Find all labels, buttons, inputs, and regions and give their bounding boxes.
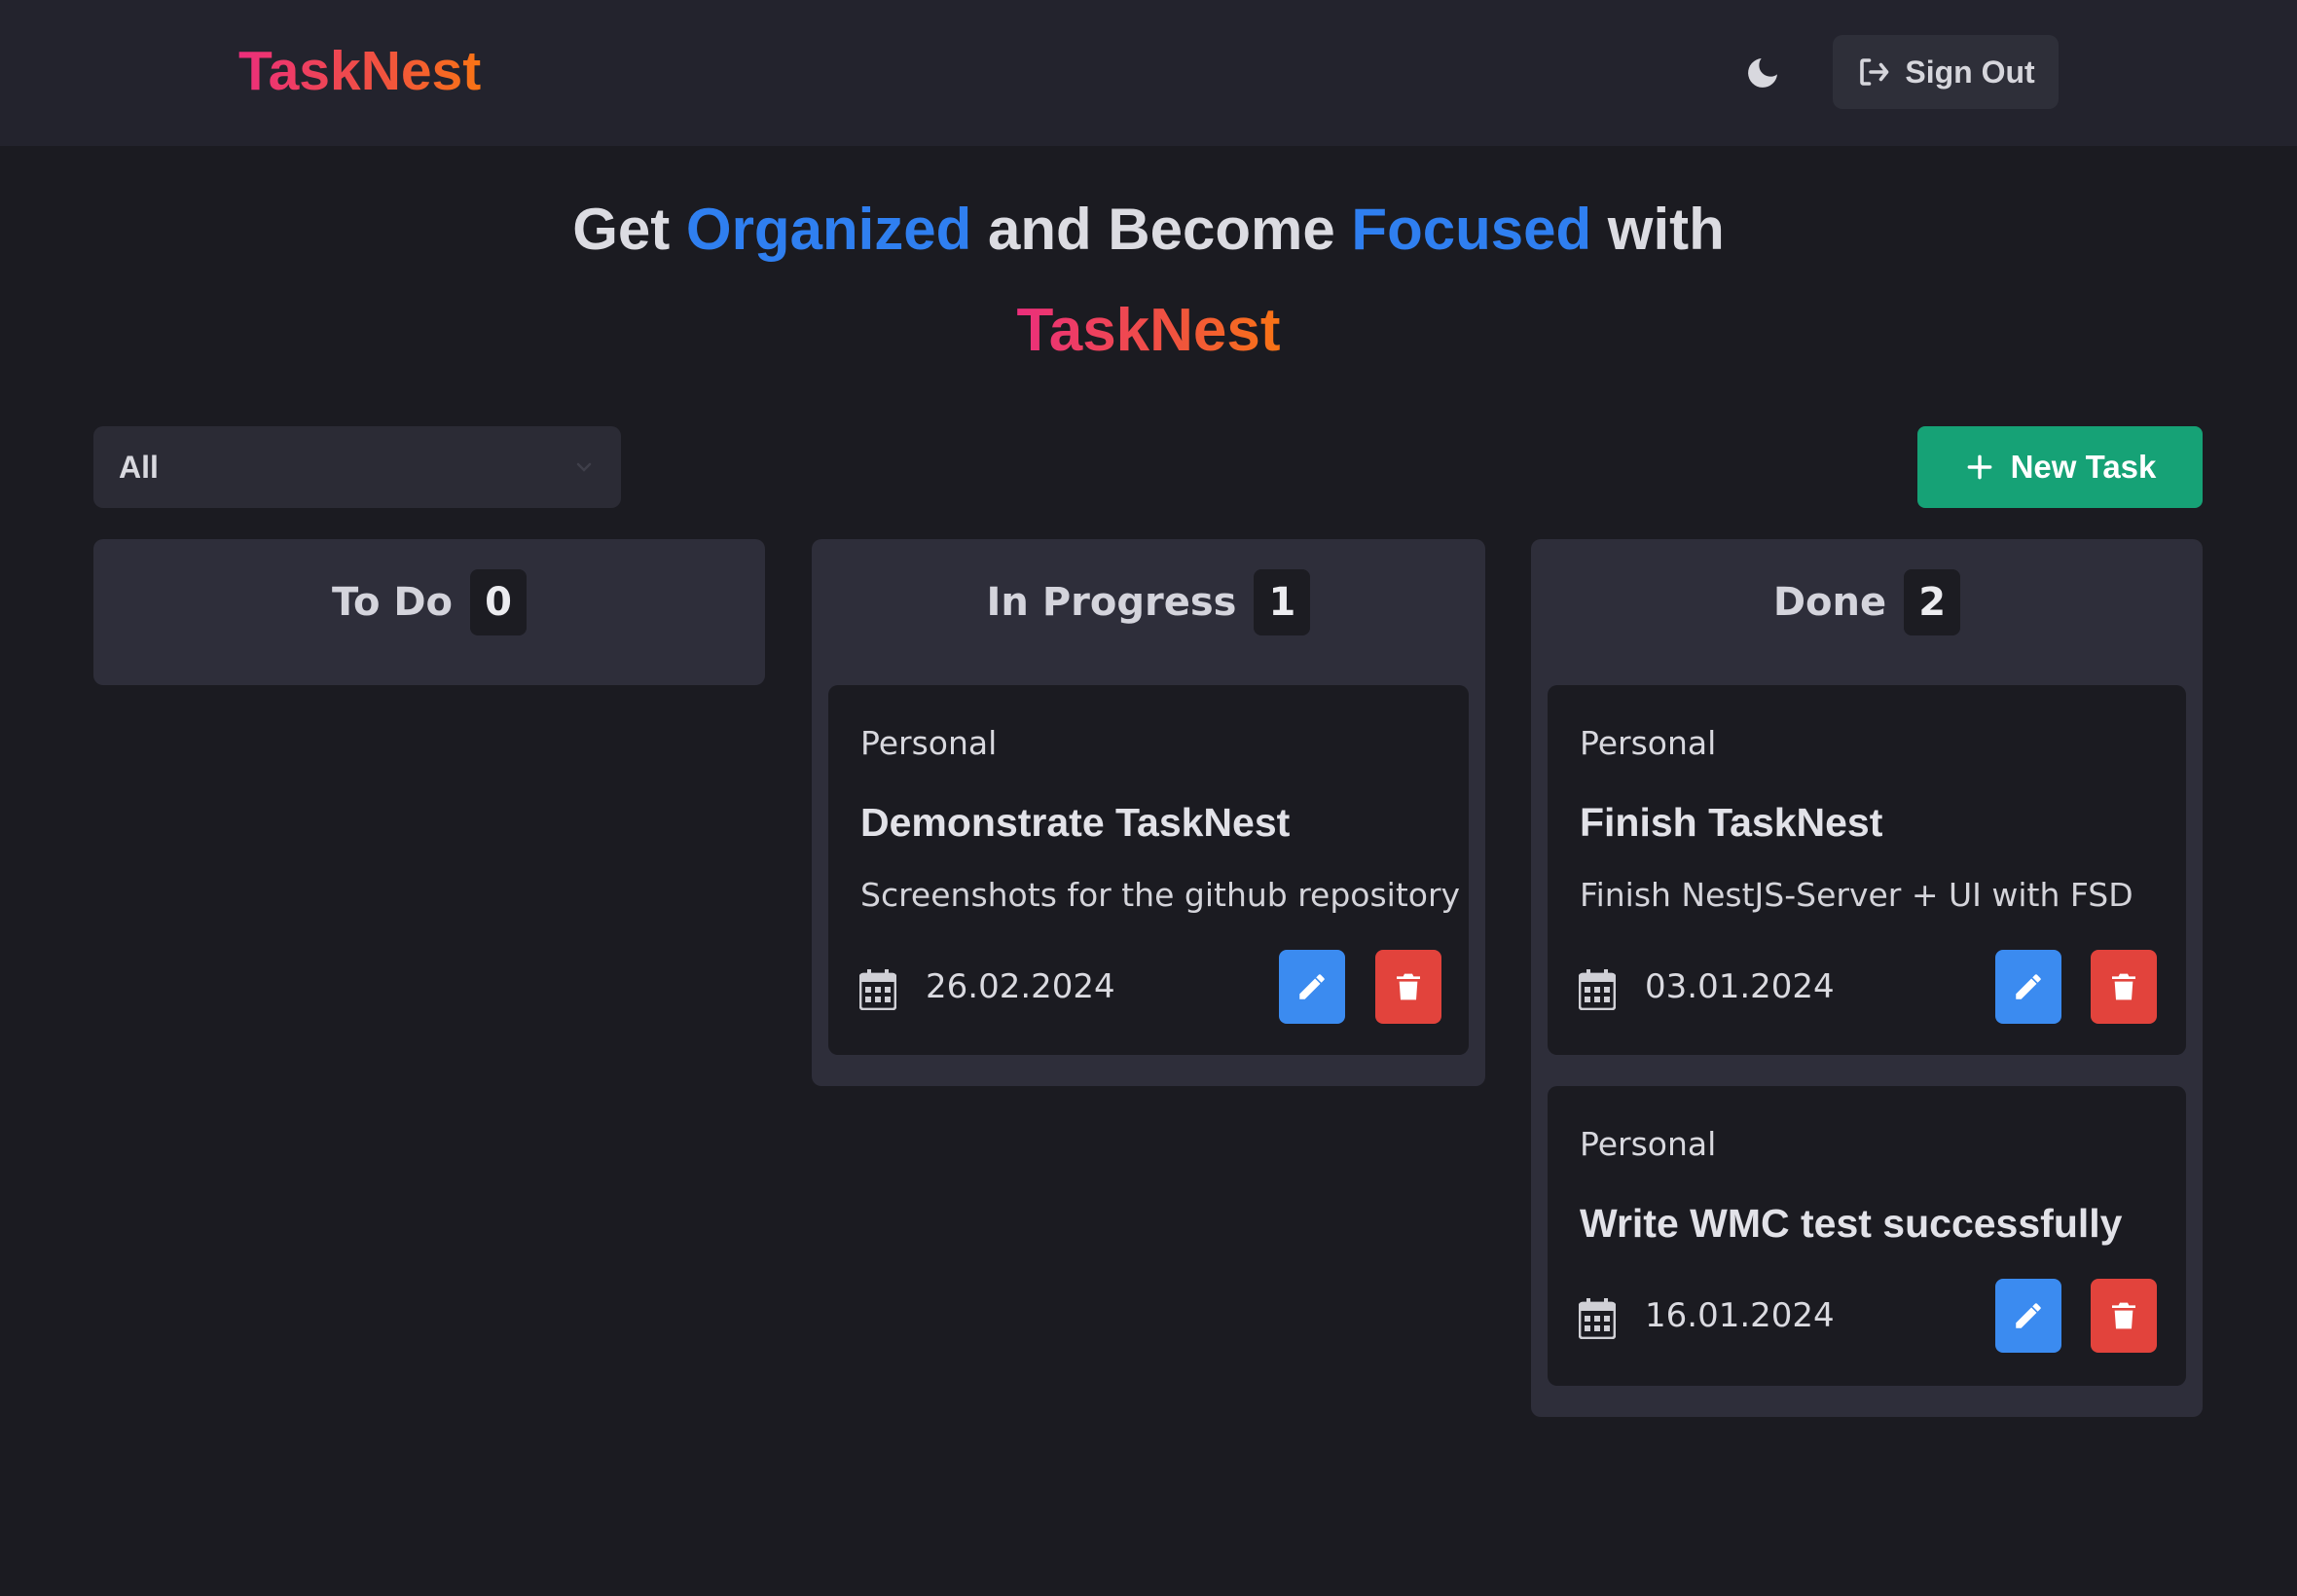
trash-icon <box>2112 973 2135 1000</box>
column-header: In Progress 1 <box>812 539 1485 666</box>
column-header: To Do 0 <box>93 539 765 666</box>
task-due-date: 16.01.2024 <box>1645 1296 1835 1335</box>
delete-task-button[interactable] <box>2091 1279 2157 1353</box>
pencil-icon <box>1299 974 1325 999</box>
task-category: Personal <box>1580 1125 1717 1163</box>
hero-highlight-focused: Focused <box>1351 197 1592 262</box>
delete-task-button[interactable] <box>1375 950 1441 1024</box>
hero-line-2: TaskNest <box>0 286 2297 376</box>
pencil-icon <box>2016 974 2041 999</box>
moon-icon <box>1748 58 1777 88</box>
task-due-date: 26.02.2024 <box>926 967 1115 1006</box>
task-title: Write WMC test successfully <box>1580 1201 2123 1246</box>
filter-selected-value: All <box>119 449 159 485</box>
column-count-badge: 1 <box>1254 569 1311 635</box>
hero-text-2: and Become <box>971 197 1352 262</box>
task-title: Finish TaskNest <box>1580 800 1883 845</box>
hero-heading: Get Organized and Become Focused with Ta… <box>0 185 2297 376</box>
hero-text-1: Get <box>572 197 686 262</box>
hero-line-1: Get Organized and Become Focused with <box>0 185 2297 274</box>
task-description: Finish NestJS-Server + UI with FSD <box>1580 876 2133 914</box>
calendar-icon <box>1579 969 1616 1010</box>
new-task-button[interactable]: New Task <box>1917 426 2203 508</box>
edit-task-button[interactable] <box>1995 950 2061 1024</box>
calendar-icon <box>859 969 896 1010</box>
chevron-down-icon <box>576 462 592 472</box>
sign-out-label: Sign Out <box>1905 54 2035 90</box>
theme-toggle-button[interactable] <box>1736 47 1789 99</box>
column-title: Done <box>1772 580 1887 625</box>
task-due-date: 03.01.2024 <box>1645 967 1835 1006</box>
sign-out-icon <box>1860 58 1889 86</box>
task-description: Screenshots for the github repository <box>860 876 1461 914</box>
category-filter-select[interactable]: All <box>93 426 621 508</box>
column-title: In Progress <box>986 580 1237 625</box>
task-card[interactable]: Personal Demonstrate TaskNest Screenshot… <box>828 685 1469 1055</box>
column-count-badge: 0 <box>470 569 528 635</box>
hero-highlight-organized: Organized <box>685 197 972 262</box>
calendar-icon <box>1579 1298 1616 1339</box>
new-task-label: New Task <box>2010 449 2157 485</box>
column-done: Done 2 Personal Finish TaskNest Finish N… <box>1531 539 2203 1417</box>
task-category: Personal <box>860 724 998 762</box>
column-in-progress: In Progress 1 Personal Demonstrate TaskN… <box>812 539 1485 1086</box>
column-count-badge: 2 <box>1904 569 1961 635</box>
sign-out-button[interactable]: Sign Out <box>1833 35 2059 109</box>
column-title: To Do <box>331 580 454 625</box>
task-card[interactable]: Personal Finish TaskNest Finish NestJS-S… <box>1548 685 2186 1055</box>
edit-task-button[interactable] <box>1995 1279 2061 1353</box>
brand-logo[interactable]: TaskNest <box>238 37 481 105</box>
delete-task-button[interactable] <box>2091 950 2157 1024</box>
trash-icon <box>1397 973 1420 1000</box>
hero-text-3: with <box>1591 197 1725 262</box>
plus-icon <box>1967 454 1991 480</box>
hero-brand: TaskNest <box>1016 297 1281 364</box>
column-header: Done 2 <box>1531 539 2203 666</box>
column-todo: To Do 0 <box>93 539 765 685</box>
pencil-icon <box>2016 1303 2041 1328</box>
top-navbar: TaskNest Sign Out <box>0 0 2297 146</box>
task-title: Demonstrate TaskNest <box>860 800 1291 845</box>
edit-task-button[interactable] <box>1279 950 1345 1024</box>
task-category: Personal <box>1580 724 1717 762</box>
task-card[interactable]: Personal Write WMC test successfully 16.… <box>1548 1086 2186 1386</box>
trash-icon <box>2112 1302 2135 1329</box>
